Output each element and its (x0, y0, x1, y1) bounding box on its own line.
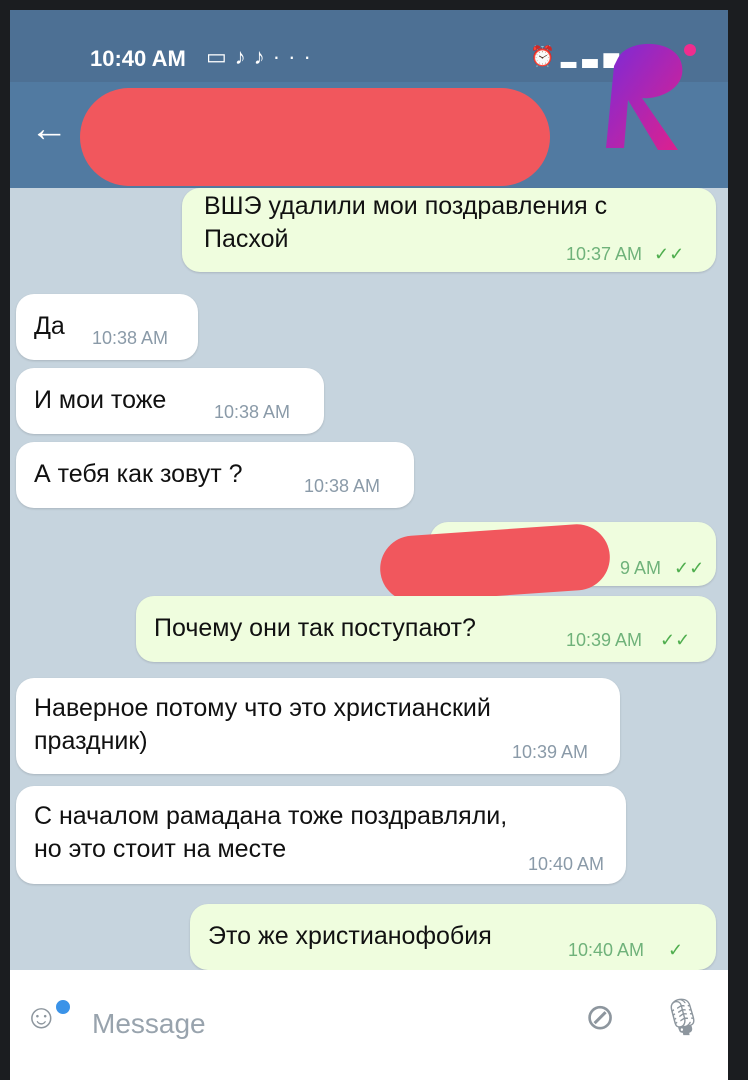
message-time: 10:38 AM (92, 328, 169, 348)
message-time: 10:40 AM (568, 940, 645, 960)
message-bubble-outgoing[interactable]: Это же христианофобия 10:40 AM ✓ (190, 904, 716, 970)
message-text: С началом рамадана тоже поздравляли, но … (34, 802, 508, 863)
more-icon: ··· (272, 44, 319, 69)
read-check-icon: ✓✓ (660, 630, 691, 650)
read-check-icon: ✓ (668, 940, 684, 960)
message-bubble-incoming[interactable]: Да 10:38 AM (16, 294, 198, 360)
status-time: 10:40 AM (90, 46, 186, 71)
message-bubble-outgoing[interactable]: ВШЭ удалили мои поздравления с Пасхой 10… (182, 188, 716, 272)
watermark-logo-icon (606, 43, 696, 150)
message-text: Почему они так поступают? (154, 614, 476, 642)
message-time: 9 AM (620, 558, 662, 578)
message-text: Наверное потому что это христианский пра… (34, 694, 491, 755)
paperclip-icon[interactable]: ⊘ (585, 996, 615, 1038)
notification-dot (54, 998, 72, 1016)
message-time: 10:37 AM (566, 244, 643, 264)
redaction-mark-name (80, 88, 550, 186)
message-input-bar: ☺ Message ⊘ 🎙 (10, 970, 728, 1080)
read-check-icon: ✓✓ (674, 558, 705, 578)
message-time: 10:38 AM (214, 402, 291, 422)
message-time: 10:38 AM (304, 476, 381, 496)
alarm-icon: ⏰ (530, 46, 561, 68)
message-bubble-incoming[interactable]: С началом рамадана тоже поздравляли, но … (16, 786, 626, 884)
message-bubble-incoming[interactable]: И мои тоже 10:38 AM (16, 368, 324, 434)
message-text: А тебя как зовут ? (34, 460, 243, 488)
message-text: Да (34, 312, 65, 340)
message-input[interactable]: Message (92, 1008, 206, 1040)
telegram-chat-screen: 10:40 AM ▭♪♪··· ⏰▂▃▅◠▭ ← online ВШЭ удал… (10, 10, 728, 1080)
message-text: ВШЭ удалили мои поздравления с Пасхой (204, 192, 608, 253)
message-bubble-incoming[interactable]: А тебя как зовут ? 10:38 AM (16, 442, 414, 508)
microphone-icon[interactable]: 🎙 (660, 996, 706, 1038)
read-check-icon: ✓✓ (654, 244, 685, 264)
message-time: 10:39 AM (512, 742, 589, 762)
tiktok-icon: ♪ (253, 44, 273, 69)
message-text: И мои тоже (34, 386, 167, 414)
message-bubble-outgoing[interactable]: Почему они так поступают? 10:39 AM ✓✓ (136, 596, 716, 662)
back-arrow-icon[interactable]: ← (30, 110, 68, 148)
redaction-mark-message (377, 522, 613, 604)
message-bubble-incoming[interactable]: Наверное потому что это христианский пра… (16, 678, 620, 774)
tiktok-icon: ♪ (234, 44, 254, 69)
message-time: 10:39 AM (566, 630, 643, 650)
message-icon: ▭ (206, 44, 235, 69)
message-list: ВШЭ удалили мои поздравления с Пасхой 10… (10, 188, 728, 970)
message-time: 10:40 AM (528, 854, 605, 874)
message-text: Это же христианофобия (208, 922, 492, 950)
notification-icons: ▭♪♪··· (206, 44, 319, 70)
